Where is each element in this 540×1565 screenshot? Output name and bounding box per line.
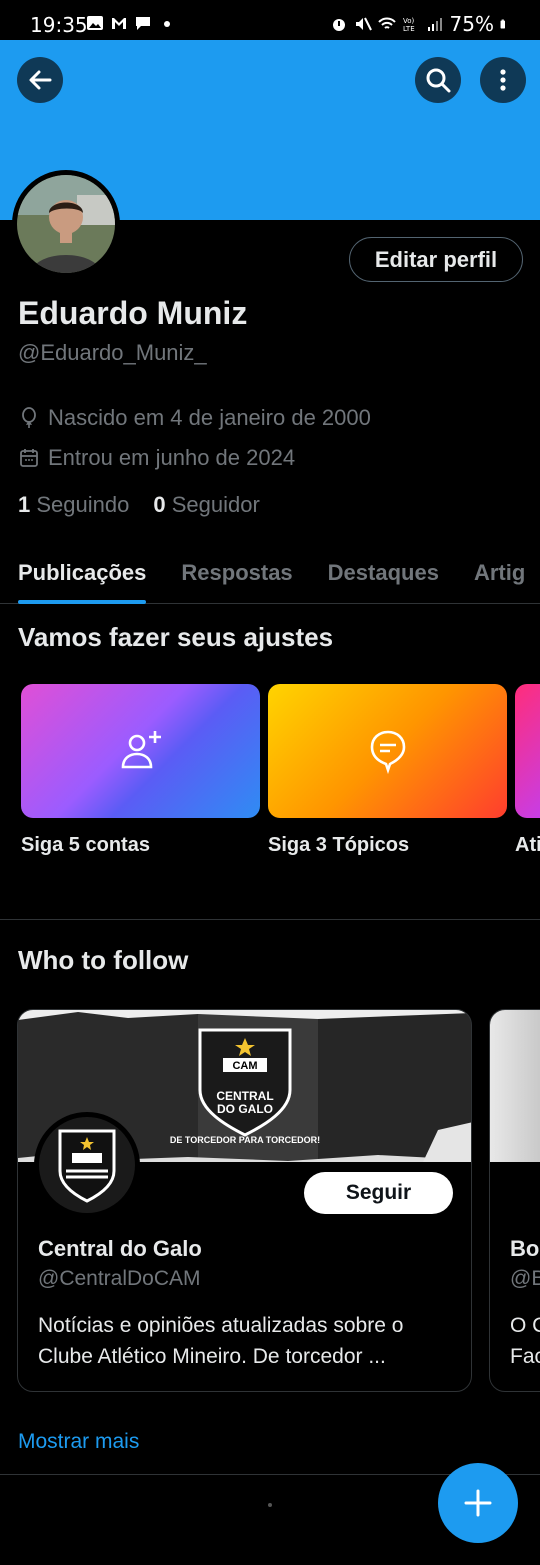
card-2-banner [490, 1010, 540, 1162]
suggested-account-handle: @CentralDoCAM [38, 1267, 201, 1290]
follow-accounts-tile[interactable] [21, 684, 260, 818]
wifi-icon [377, 17, 396, 29]
tab-destaques[interactable]: Destaques [328, 540, 439, 604]
card-2-handle: @B [510, 1267, 540, 1290]
search-icon [426, 68, 451, 93]
who-to-follow-title: Who to follow [18, 945, 189, 975]
plus-icon [464, 1489, 492, 1517]
signal-icon [427, 18, 442, 31]
section-divider [0, 919, 540, 920]
follow-suggestion-card[interactable]: CAM CENTRAL DO GALO DE TORCEDOR PARA TOR… [17, 1009, 472, 1392]
tab-label: Publicações [18, 560, 147, 585]
search-button[interactable] [415, 57, 461, 103]
tab-label: Destaques [327, 560, 439, 585]
topic-icon [370, 730, 405, 774]
add-user-icon [121, 731, 161, 769]
tab-label: Artig [473, 560, 526, 585]
notification-icons [86, 14, 176, 32]
avatar-photo [17, 175, 115, 273]
card-avatar[interactable] [34, 1112, 140, 1218]
setup-title: Vamos fazer seus ajustes [18, 622, 334, 652]
followers-link[interactable]: 0 Seguidor [153, 492, 259, 518]
profile-avatar[interactable] [12, 170, 120, 278]
volte-icon: Vo)LTE [403, 17, 415, 33]
banner-text-2: DO GALO [217, 1102, 273, 1116]
profile-tabs: Publicações Respostas Destaques Artig [0, 540, 540, 604]
more-options-button[interactable] [480, 57, 526, 103]
balloon-icon [22, 407, 36, 428]
follow-topics-label: Siga 3 Tópicos [268, 834, 410, 856]
crest-text: CAM [232, 1060, 257, 1072]
battery-icon [500, 19, 505, 29]
suggested-account-bio: Notícias e opiniões atualizadas sobre o … [38, 1314, 404, 1368]
mail-notification-icon [112, 18, 126, 29]
mute-icon [355, 17, 372, 31]
tab-artigos[interactable]: Artig [474, 540, 525, 604]
followers-count: 0 [153, 492, 166, 517]
suggested-account-name[interactable]: Central do Galo [38, 1236, 202, 1262]
following-label: Seguindo [36, 492, 130, 517]
banner-slogan: DE TORCEDOR PARA TORCEDOR! [170, 1135, 320, 1145]
card-2-bio-line-1: O C [510, 1314, 540, 1337]
battery-level: 75% [449, 12, 494, 36]
chat-notification-icon [136, 17, 150, 30]
svg-text:Vo): Vo) [403, 17, 415, 25]
birth-date-text: Nascido em 4 de janeiro de 2000 [48, 405, 371, 430]
arrow-left-icon [29, 70, 52, 90]
join-date: Entrou em junho de 2024 [18, 445, 295, 471]
edit-profile-button[interactable]: Editar perfil [349, 237, 523, 282]
follow-topics-tile[interactable] [268, 684, 507, 818]
birth-date: Nascido em 4 de janeiro de 2000 [18, 405, 371, 431]
following-link[interactable]: 1 Seguindo [18, 492, 129, 518]
more-vertical-icon [500, 69, 506, 91]
status-time: 19:35 [30, 13, 88, 37]
banner-text-1: CENTRAL [216, 1089, 273, 1103]
system-icons: Vo) LTE 75% [330, 12, 510, 36]
card-2-name: Bo [510, 1236, 540, 1261]
profile-handle: @Eduardo_Muniz_ [18, 340, 207, 365]
third-setup-tile[interactable] [515, 684, 540, 818]
image-notification-icon [87, 16, 103, 30]
atletico-crest-icon [58, 1129, 116, 1203]
third-setup-label: Ati [515, 834, 540, 856]
back-button[interactable] [17, 57, 63, 103]
follow-accounts-label: Siga 5 contas [21, 834, 150, 856]
alarm-icon [332, 19, 345, 31]
card-2-bio-line-2: Fac [510, 1345, 540, 1368]
svg-text:LTE: LTE [403, 25, 415, 33]
following-count: 1 [18, 492, 31, 517]
join-date-text: Entrou em junho de 2024 [48, 445, 296, 470]
followers-label: Seguidor [171, 492, 260, 517]
tab-publicacoes[interactable]: Publicações [18, 540, 147, 604]
follow-stats: 1 Seguindo 0 Seguidor [18, 492, 260, 518]
status-bar: 19:35 Vo) LTE 75% [0, 0, 540, 40]
profile-name: Eduardo Muniz [18, 295, 248, 331]
tab-respostas[interactable]: Respostas [181, 540, 292, 604]
follow-suggestion-card-2[interactable]: Bo @B O C Fac [489, 1009, 540, 1392]
dot-icon [164, 21, 170, 27]
calendar-icon [20, 449, 38, 467]
compose-button[interactable] [438, 1463, 518, 1543]
show-more-link[interactable]: Mostrar mais [18, 1430, 139, 1454]
tab-label: Respostas [181, 560, 293, 585]
follow-button[interactable]: Seguir [304, 1172, 453, 1214]
nav-dot [268, 1503, 272, 1507]
active-tab-indicator [18, 600, 147, 604]
